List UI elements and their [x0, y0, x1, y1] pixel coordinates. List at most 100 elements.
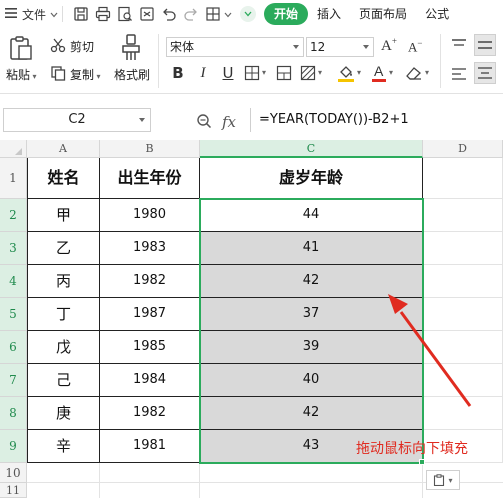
row-header-1[interactable]: 1 — [0, 158, 27, 199]
cell-b4[interactable]: 1982 — [100, 265, 200, 298]
cell-d2[interactable] — [423, 199, 503, 232]
chevron-down-icon[interactable] — [139, 118, 145, 122]
row-header-11[interactable]: 11 — [0, 483, 27, 498]
tab-insert[interactable]: 插入 — [308, 3, 350, 25]
clipboard-icon — [434, 474, 445, 486]
cell-a9[interactable]: 辛 — [28, 430, 100, 463]
format-painter-icon[interactable] — [120, 34, 142, 62]
font-color-icon[interactable]: A — [371, 63, 387, 83]
format-painter-button[interactable]: 格式刷 — [114, 66, 150, 83]
cell-a1[interactable]: 姓名 — [28, 158, 100, 199]
chevron-down-icon[interactable]: ▾ — [357, 68, 361, 77]
copy-label: 复制 — [70, 68, 95, 82]
cell-b3[interactable]: 1983 — [100, 232, 200, 265]
chevron-down-icon — [293, 45, 299, 49]
row-header-9[interactable]: 9 — [0, 430, 27, 463]
print-preview-icon[interactable] — [117, 6, 133, 22]
cell-a8[interactable]: 庚 — [28, 397, 100, 430]
column-header-d[interactable]: D — [423, 140, 503, 158]
tab-home[interactable]: 开始 — [264, 3, 309, 25]
select-all-corner[interactable] — [0, 140, 27, 158]
eraser-icon[interactable] — [405, 65, 423, 81]
cell-b6[interactable]: 1985 — [100, 331, 200, 364]
print-icon[interactable] — [95, 6, 111, 22]
increase-font-size-icon[interactable]: A+ — [381, 36, 397, 55]
table-style-icon[interactable] — [205, 6, 221, 22]
tab-formulas[interactable]: 公式 — [416, 3, 458, 25]
name-box[interactable]: C2 — [3, 108, 151, 132]
cell-b2[interactable]: 1980 — [100, 199, 200, 232]
cell-b1[interactable]: 出生年份 — [100, 158, 200, 199]
cell-c2[interactable]: 44 — [200, 199, 423, 232]
gridline — [199, 463, 200, 498]
cell-d1[interactable] — [423, 158, 503, 199]
row-header-2[interactable]: 2 — [0, 199, 27, 232]
row-header-7[interactable]: 7 — [0, 364, 27, 397]
cell-a5[interactable]: 丁 — [28, 298, 100, 331]
formula-input[interactable]: =YEAR(TODAY())-B2+1 — [250, 108, 503, 132]
cell-c1[interactable]: 虚岁年龄 — [200, 158, 423, 199]
chevron-down-icon — [50, 7, 58, 21]
cell-b8[interactable]: 1982 — [100, 397, 200, 430]
scissors-icon — [50, 38, 66, 53]
font-name-select[interactable]: 宋体 — [166, 37, 304, 57]
paste-options-button[interactable]: ▾ — [426, 470, 460, 490]
zoom-icon[interactable] — [196, 113, 212, 129]
chevron-down-icon[interactable]: ▾ — [389, 68, 393, 77]
cell-b7[interactable]: 1984 — [100, 364, 200, 397]
column-header-b[interactable]: B — [100, 140, 200, 158]
save-icon[interactable] — [73, 6, 89, 22]
chevron-down-icon[interactable]: ▾ — [425, 68, 429, 77]
italic-icon[interactable]: I — [194, 64, 212, 82]
paste-button[interactable]: 粘贴 ▾ — [6, 66, 37, 83]
decrease-font-size-icon[interactable]: A− — [408, 38, 422, 55]
cell-a7[interactable]: 己 — [28, 364, 100, 397]
cell-b9[interactable]: 1981 — [100, 430, 200, 463]
align-middle-icon[interactable] — [474, 34, 496, 56]
chevron-down-icon[interactable]: ▾ — [318, 68, 322, 77]
row-header-4[interactable]: 4 — [0, 265, 27, 298]
align-left-icon[interactable] — [451, 67, 467, 81]
collapse-ribbon-button[interactable] — [240, 6, 257, 22]
row-header-5[interactable]: 5 — [0, 298, 27, 331]
gridline — [99, 463, 100, 498]
file-menu-label: 文件 — [22, 7, 47, 22]
underline-icon[interactable]: U — [219, 64, 237, 82]
borders-icon[interactable] — [244, 65, 260, 81]
name-box-value: C2 — [68, 112, 86, 127]
cell-a4[interactable]: 丙 — [28, 265, 100, 298]
redo-icon[interactable] — [183, 6, 199, 22]
insert-function-icon[interactable]: fx — [222, 113, 236, 131]
copy-button[interactable]: 复制 ▾ — [70, 66, 101, 83]
font-size-select[interactable]: 12 — [306, 37, 374, 57]
cell-a6[interactable]: 戊 — [28, 331, 100, 364]
paste-icon[interactable] — [8, 35, 34, 61]
bold-icon[interactable]: B — [169, 64, 187, 82]
fill-color-icon[interactable] — [337, 63, 355, 83]
cell-a3[interactable]: 乙 — [28, 232, 100, 265]
tab-page-layout[interactable]: 页面布局 — [350, 3, 416, 25]
fill-handle[interactable] — [419, 459, 425, 465]
fill-pattern-icon[interactable] — [300, 65, 316, 81]
align-center-icon[interactable] — [474, 62, 496, 84]
column-header-c[interactable]: C — [200, 140, 423, 158]
gridline — [422, 463, 423, 498]
align-top-icon[interactable] — [451, 38, 467, 52]
merge-cells-icon[interactable] — [276, 65, 292, 81]
cut-button[interactable]: 剪切 — [70, 38, 94, 55]
row-header-6[interactable]: 6 — [0, 331, 27, 364]
chevron-down-icon[interactable]: ▾ — [262, 68, 266, 77]
column-header-a[interactable]: A — [27, 140, 100, 158]
cell-b5[interactable]: 1987 — [100, 298, 200, 331]
row-header-8[interactable]: 8 — [0, 397, 27, 430]
row-header-10[interactable]: 10 — [0, 463, 27, 483]
chevron-down-icon: ▾ — [448, 475, 453, 485]
row-header-3[interactable]: 3 — [0, 232, 27, 265]
file-menu[interactable]: 文件 — [4, 6, 58, 23]
customize-toolbar-icon[interactable] — [224, 7, 234, 21]
cell-d3[interactable] — [423, 232, 503, 265]
cell-a2[interactable]: 甲 — [28, 199, 100, 232]
undo-icon[interactable] — [161, 6, 177, 22]
export-pdf-icon[interactable] — [139, 6, 155, 22]
cell-c3[interactable]: 41 — [200, 232, 423, 265]
